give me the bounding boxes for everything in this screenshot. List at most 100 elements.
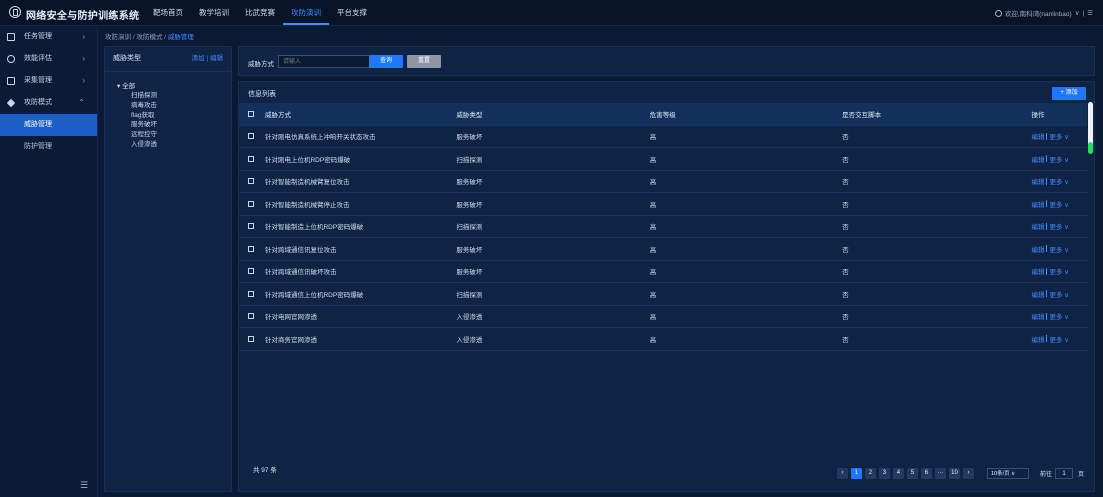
more-dropdown[interactable]: 更多 ∨ [1049, 289, 1069, 299]
cell-threat-type: 扫描探测 [456, 291, 483, 299]
cell-actions: 编辑 更多 ∨ [1031, 289, 1087, 299]
query-button[interactable]: 查询 [369, 55, 403, 68]
cell-threat-method: 针对跨域通信上位机RDP密码爆破 [264, 291, 364, 299]
cell-interactive-script: 否 [842, 314, 849, 322]
user-menu[interactable]: 欢迎,南科湾(nanlinbao) ∨ | ☰ [994, 8, 1093, 18]
table-row: 针对智能制造机械臂复位攻击 服务破坏 高 否 编辑 更多 ∨ [239, 171, 1087, 193]
table-header-row: 威胁方式 威胁类型 危害等级 是否交互脚本 操作 [239, 103, 1087, 126]
page-size-select[interactable]: 10条/页 ∨ [986, 468, 1029, 479]
edit-link[interactable]: 编辑 [1031, 221, 1044, 231]
table-row: 针对刚电上位机RDP密码爆破 扫描探测 高 否 编辑 更多 ∨ [239, 148, 1087, 171]
tree-node-root[interactable]: ▾ 全部 [117, 82, 231, 91]
page-button[interactable]: 3 [878, 468, 890, 479]
edit-link[interactable]: 编辑 [1031, 176, 1044, 186]
more-dropdown[interactable]: 更多 ∨ [1049, 266, 1069, 276]
edit-link[interactable]: 编辑 [1031, 199, 1044, 209]
edit-link[interactable]: 编辑 [1031, 266, 1044, 276]
sidebar-item-threat-mgmt[interactable]: 威胁管理 [0, 114, 97, 136]
more-dropdown[interactable]: 更多 ∨ [1049, 176, 1069, 186]
cell-threat-type: 入侵渗透 [456, 336, 483, 344]
chevron-right-icon: › [82, 76, 85, 85]
action-separator [1046, 290, 1048, 298]
scrollbar[interactable] [1088, 102, 1093, 154]
prev-page-button[interactable]: ‹ [836, 468, 848, 479]
nav-training[interactable]: 教学培训 [191, 0, 237, 25]
chevron-right-icon: › [82, 32, 85, 41]
cell-severity: 高 [649, 336, 657, 344]
edit-link[interactable]: 编辑 [1031, 154, 1044, 164]
cell-threat-method: 针对刚电仿真系统上冲响开关状态攻击 [264, 134, 376, 142]
table-row: 针对智能制造机械臂停止攻击 服务破坏 高 否 编辑 更多 ∨ [239, 193, 1087, 216]
cell-actions: 编辑 更多 ∨ [1031, 221, 1087, 231]
nav-competition[interactable]: 比武竞赛 [237, 0, 283, 25]
task-icon [7, 33, 15, 41]
sidebar-item-task[interactable]: 任务管理 › [0, 26, 97, 48]
breadcrumb-item[interactable]: 攻防演训 [105, 34, 131, 41]
cell-threat-type: 服务破坏 [456, 134, 483, 142]
sidebar-item-collection[interactable]: 采集管理 › [0, 70, 97, 92]
menu-icon[interactable]: ☰ [1087, 9, 1093, 17]
cell-threat-type: 入侵渗透 [456, 314, 483, 322]
action-separator [1046, 335, 1048, 343]
add-button[interactable]: + 添加 [1052, 87, 1086, 100]
tree-node[interactable]: 病毒攻击 [117, 101, 231, 111]
action-separator [1046, 312, 1048, 320]
breadcrumb-separator: / [132, 34, 135, 41]
action-separator [1046, 155, 1048, 163]
page-button[interactable]: 5 [906, 468, 918, 479]
diamond-icon [6, 98, 16, 108]
collapse-icon[interactable]: ☰ [80, 480, 88, 491]
more-dropdown[interactable]: 更多 ∨ [1049, 199, 1069, 209]
cell-threat-method: 针对电网官网渗透 [264, 314, 317, 322]
next-page-button[interactable]: › [962, 468, 974, 479]
cell-interactive-script: 否 [842, 269, 849, 277]
sidebar-item-protection-mgmt[interactable]: 防护管理 [0, 136, 97, 158]
page-button[interactable]: 10 [948, 468, 960, 479]
cell-threat-method: 针对智能制造上位机RDP密码爆破 [264, 224, 364, 232]
sidebar-item-attack-mode[interactable]: 攻防模式 ⌃ [0, 92, 97, 114]
tree-node[interactable]: flag获取 [117, 111, 231, 121]
reset-button[interactable]: 重置 [407, 55, 441, 68]
nav-attack-defense[interactable]: 攻防演训 [283, 0, 329, 25]
cell-interactive-script: 否 [842, 201, 849, 209]
tree-node[interactable]: 扫描探测 [117, 91, 231, 101]
table-row: 针对智能制造上位机RDP密码爆破 扫描探测 高 否 编辑 更多 ∨ [239, 216, 1087, 238]
sidebar-item-evaluation[interactable]: 效能评估 › [0, 48, 97, 70]
tree-add-link[interactable]: 添加 [192, 55, 205, 62]
page-button[interactable]: 2 [864, 468, 876, 479]
tree-edit-link[interactable]: 编辑 [210, 55, 223, 62]
sidebar: 任务管理 › 效能评估 › 采集管理 › 攻防模式 ⌃ 威胁管理 防护管理 ☰ [0, 26, 98, 497]
tree-node[interactable]: 远程控守 [117, 130, 231, 140]
more-dropdown[interactable]: 更多 ∨ [1049, 131, 1069, 141]
cell-severity: 高 [649, 269, 657, 277]
page-button[interactable]: 4 [892, 468, 904, 479]
more-dropdown[interactable]: 更多 ∨ [1049, 221, 1069, 231]
page-button[interactable]: 6 [920, 468, 932, 479]
edit-link[interactable]: 编辑 [1031, 131, 1044, 141]
edit-link[interactable]: 编辑 [1031, 334, 1044, 344]
more-dropdown[interactable]: 更多 ∨ [1049, 244, 1069, 254]
breadcrumb-item[interactable]: 攻防模式 [136, 34, 162, 41]
cell-interactive-script: 否 [842, 156, 849, 164]
more-dropdown[interactable]: 更多 ∨ [1049, 154, 1069, 164]
action-separator [1046, 177, 1048, 185]
more-dropdown[interactable]: 更多 ∨ [1049, 334, 1069, 344]
goto-page-input[interactable]: 1 [1054, 468, 1073, 479]
cell-interactive-script: 否 [842, 336, 849, 344]
tree-node[interactable]: 服务破坏 [117, 120, 231, 130]
edit-link[interactable]: 编辑 [1031, 311, 1044, 321]
cell-threat-type: 服务破坏 [456, 269, 483, 277]
page-ellipsis[interactable]: ··· [934, 468, 946, 479]
nav-home[interactable]: 靶场首页 [145, 0, 191, 25]
tree-node[interactable]: 入侵渗透 [117, 140, 231, 150]
page-button[interactable]: 1 [850, 468, 862, 479]
more-dropdown[interactable]: 更多 ∨ [1049, 311, 1069, 321]
info-list-panel: 信息列表 + 添加 威胁方式 威胁类型 危害等级 是否交互脚本 操作 针对刚电仿… [238, 81, 1095, 492]
action-separator [1046, 222, 1048, 230]
nav-platform[interactable]: 平台支撑 [329, 0, 375, 25]
column-header: 危害等级 [649, 111, 676, 119]
cell-actions: 编辑 更多 ∨ [1031, 266, 1087, 276]
edit-link[interactable]: 编辑 [1031, 289, 1044, 299]
edit-link[interactable]: 编辑 [1031, 244, 1044, 254]
action-separator [1046, 245, 1048, 253]
